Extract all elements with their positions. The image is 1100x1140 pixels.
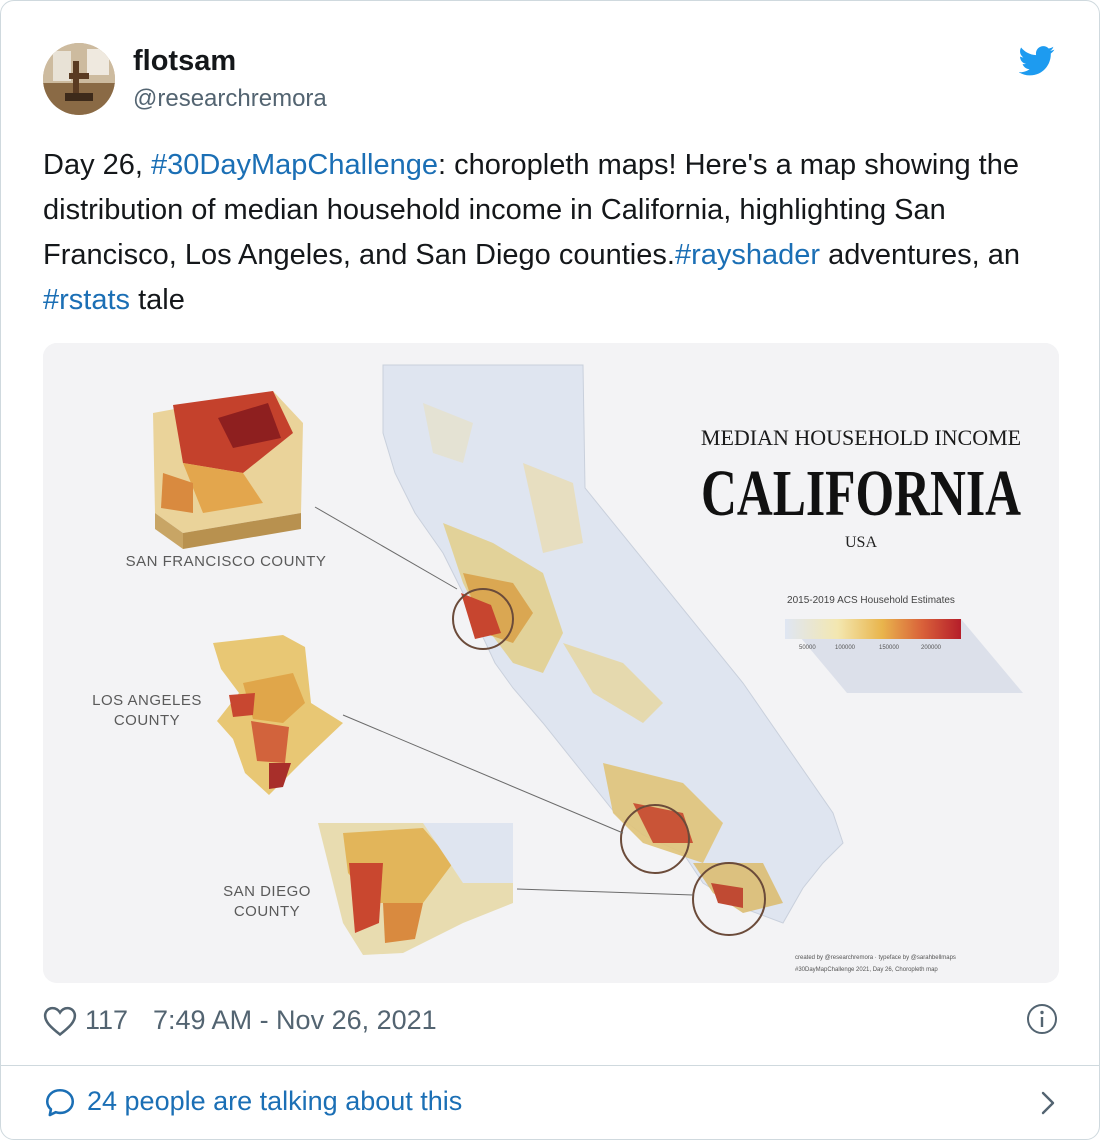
la-label-line1: LOS ANGELES bbox=[92, 692, 202, 709]
hashtag-link[interactable]: #rstats bbox=[43, 284, 130, 316]
la-label-line2: COUNTY bbox=[114, 712, 180, 729]
comment-icon bbox=[43, 1086, 77, 1120]
map-title-top: MEDIAN HOUSEHOLD INCOME bbox=[701, 425, 1021, 450]
map-credit-line1: created by @researchremora · typeface by… bbox=[795, 955, 956, 961]
sd-label-line2: COUNTY bbox=[234, 903, 300, 920]
avatar[interactable] bbox=[43, 43, 115, 115]
tweet-text-segment: tale bbox=[130, 284, 185, 316]
user-handle[interactable]: @researchremora bbox=[133, 85, 327, 113]
heart-icon[interactable] bbox=[43, 1005, 77, 1037]
info-icon[interactable] bbox=[1026, 1003, 1058, 1035]
hashtag-link[interactable]: #rayshader bbox=[675, 239, 820, 271]
map-credit-line2: #30DayMapChallenge 2021, Day 26, Choropl… bbox=[795, 967, 938, 973]
legend-gradient bbox=[785, 619, 961, 639]
sf-inset bbox=[153, 391, 303, 549]
sf-label: SAN FRANCISCO COUNTY bbox=[126, 553, 327, 570]
legend-tick: 150000 bbox=[879, 645, 900, 651]
conversation-label: 24 people are talking about this bbox=[87, 1086, 463, 1116]
legend-tick: 200000 bbox=[921, 645, 942, 651]
map-title-main: CALIFORNIA bbox=[701, 457, 1021, 530]
divider bbox=[1, 1065, 1099, 1066]
display-name[interactable]: flotsam bbox=[133, 45, 236, 78]
tweet-actions: 117 7:49 AM - Nov 26, 2021 bbox=[43, 1001, 1063, 1045]
hashtag-link[interactable]: #30DayMapChallenge bbox=[151, 149, 438, 181]
chevron-right-icon[interactable] bbox=[1037, 1088, 1059, 1118]
twitter-bird-icon[interactable] bbox=[1018, 45, 1055, 77]
legend-tick: 50000 bbox=[799, 645, 816, 651]
sd-label-line1: SAN DIEGO bbox=[223, 883, 311, 900]
map-title-sub: USA bbox=[845, 534, 877, 551]
legend-title: 2015-2019 ACS Household Estimates bbox=[787, 595, 955, 606]
conversation-link[interactable]: 24 people are talking about this bbox=[43, 1084, 1063, 1124]
tweet-text-segment: adventures, an bbox=[820, 239, 1020, 271]
tweet-image[interactable]: SAN FRANCISCO COUNTY LOS ANGELES COUNTY … bbox=[43, 343, 1059, 983]
tweet-text: Day 26, #30DayMapChallenge: choropleth m… bbox=[43, 143, 1053, 323]
like-count: 117 bbox=[85, 1005, 129, 1035]
tweet-text-segment: Day 26, bbox=[43, 149, 151, 181]
legend-tick: 100000 bbox=[835, 645, 856, 651]
tweet-card: flotsam @researchremora Day 26, #30DayMa… bbox=[0, 0, 1100, 1140]
tweet-timestamp[interactable]: 7:49 AM - Nov 26, 2021 bbox=[153, 1005, 437, 1036]
